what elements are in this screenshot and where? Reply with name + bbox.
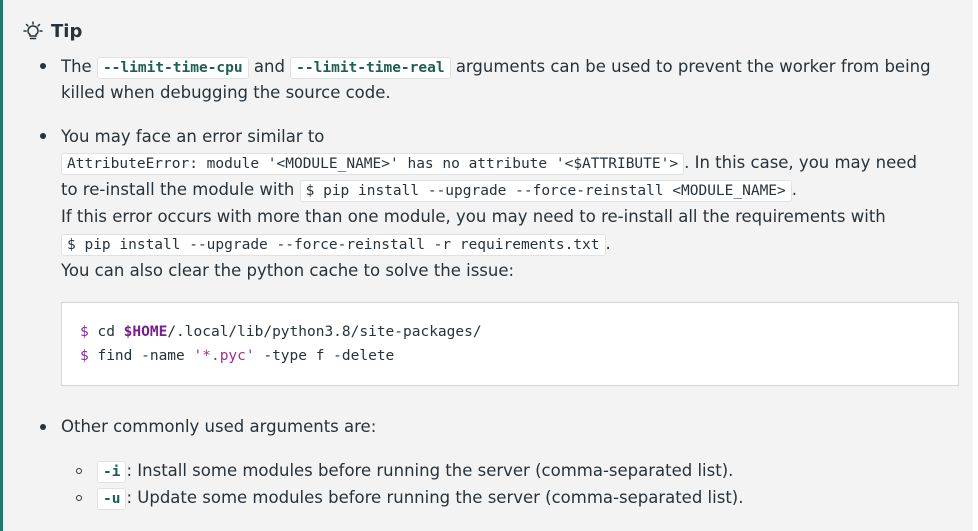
inline-code-limit-time-real: --limit-time-real bbox=[290, 57, 451, 79]
text: to re-install the module with bbox=[61, 180, 300, 199]
sub-list-item: -i: Install some modules before running … bbox=[97, 458, 733, 484]
sub-bullet bbox=[76, 495, 82, 501]
command: find -name bbox=[88, 348, 194, 364]
text: : Update some modules before running the… bbox=[126, 488, 744, 507]
list-item-line: $ pip install --upgrade --force-reinstal… bbox=[61, 231, 611, 257]
text: arguments can be used to prevent the wor… bbox=[450, 57, 931, 76]
inline-code-limit-time-cpu: --limit-time-cpu bbox=[96, 57, 249, 79]
inline-code-error: AttributeError: module '<MODULE_NAME>' h… bbox=[61, 153, 685, 175]
tip-title: Tip bbox=[51, 20, 83, 42]
text: and bbox=[248, 57, 291, 76]
variable: $HOME bbox=[123, 324, 168, 340]
list-item-line: If this error occurs with more than one … bbox=[61, 207, 886, 226]
code-line: $ find -name '*.pyc' -type f -delete bbox=[80, 345, 394, 367]
code-line: $ cd $HOME/.local/lib/python3.8/site-pac… bbox=[80, 321, 482, 343]
prompt: $ bbox=[80, 348, 89, 364]
list-item-line: The --limit-time-cpu and --limit-time-re… bbox=[61, 54, 931, 80]
list-item-line: You can also clear the python cache to s… bbox=[61, 261, 515, 280]
list-item-line: killed when debugging the source code. bbox=[61, 83, 391, 102]
tip-admonition: Tip The --limit-time-cpu and --limit-tim… bbox=[0, 0, 973, 531]
lightbulb-icon bbox=[23, 21, 43, 40]
inline-code-i: -i bbox=[97, 461, 127, 483]
command-args: -type f -delete bbox=[254, 348, 395, 364]
inline-code-pip-requirements: $ pip install --upgrade --force-reinstal… bbox=[61, 234, 606, 256]
text: . bbox=[605, 234, 611, 253]
text: . bbox=[791, 180, 798, 199]
list-item-line: Other commonly used arguments are: bbox=[61, 417, 377, 436]
list-item-line: AttributeError: module '<MODULE_NAME>' h… bbox=[61, 150, 917, 176]
text: The bbox=[61, 57, 97, 76]
text: : Install some modules before running th… bbox=[126, 461, 734, 480]
list-item-line: You may face an error similar to bbox=[61, 127, 325, 146]
sub-list-item: -u: Update some modules before running t… bbox=[97, 485, 743, 511]
sub-bullet bbox=[76, 468, 82, 474]
bullet bbox=[40, 424, 46, 430]
inline-code-u: -u bbox=[97, 488, 127, 510]
text: . In this case, you may need bbox=[684, 153, 917, 172]
bullet bbox=[40, 133, 46, 139]
bullet bbox=[40, 63, 46, 69]
string: '*.pyc' bbox=[193, 348, 255, 364]
prompt: $ bbox=[80, 324, 89, 340]
list-item-line: to re-install the module with $ pip inst… bbox=[61, 177, 797, 203]
path: /.local/lib/python3.8/site-packages/ bbox=[167, 324, 482, 340]
inline-code-pip-install: $ pip install --upgrade --force-reinstal… bbox=[299, 180, 792, 202]
tip-header: Tip bbox=[23, 18, 82, 44]
code-block[interactable]: $ cd $HOME/.local/lib/python3.8/site-pac… bbox=[61, 302, 959, 386]
command: cd bbox=[88, 324, 124, 340]
